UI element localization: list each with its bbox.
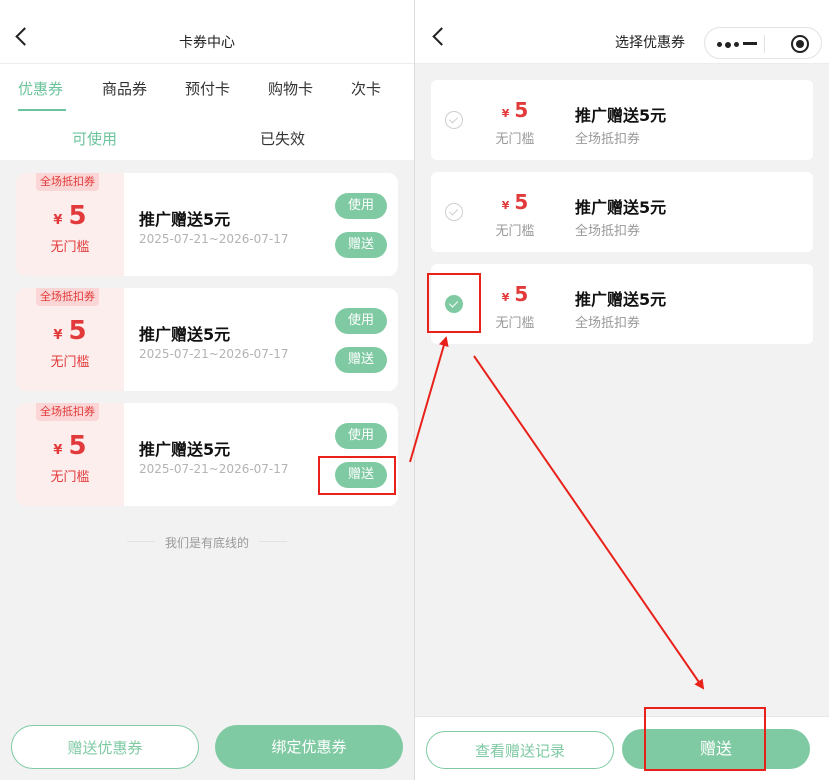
- coupon-title: 推广赠送5元: [575, 290, 667, 309]
- coupon-validity: 2025-07-21~2026-07-17: [139, 347, 289, 361]
- amount-value: 5: [514, 98, 529, 122]
- gift-button[interactable]: 赠送: [335, 232, 387, 258]
- coupon-type-badge: 全场抵扣券: [36, 403, 99, 421]
- currency-symbol: ¥: [501, 107, 510, 120]
- page-title: 卡券中心: [179, 35, 235, 51]
- coupon-amount: ¥5: [489, 98, 541, 122]
- end-of-list-label: 我们是有底线的: [154, 536, 259, 550]
- coupon-title: 推广赠送5元: [139, 325, 231, 344]
- currency-symbol: ¥: [53, 443, 63, 458]
- coupon-option[interactable]: ¥5 无门槛 推广赠送5元 全场抵扣券: [431, 80, 813, 160]
- tab-prepaid-card[interactable]: 预付卡: [185, 78, 230, 99]
- tab-coupon[interactable]: 优惠券: [18, 78, 63, 99]
- minimize-icon[interactable]: [743, 42, 757, 45]
- coupon-threshold: 无门槛: [50, 470, 90, 485]
- more-dots-icon[interactable]: [717, 42, 741, 48]
- coupon-threshold: 无门槛: [50, 240, 90, 255]
- coupon-threshold: 无门槛: [495, 316, 535, 331]
- end-of-list-text: 我们是有底线的: [0, 534, 414, 551]
- tab-shopping-card[interactable]: 购物卡: [268, 78, 313, 99]
- coupon-title: 推广赠送5元: [575, 198, 667, 217]
- tab-times-card[interactable]: 次卡: [351, 78, 381, 99]
- status-tabs: 可使用 已失效: [0, 112, 414, 160]
- coupon-option[interactable]: ¥5 无门槛 推广赠送5元 全场抵扣券: [431, 172, 813, 252]
- checkmark-circle-icon[interactable]: [445, 295, 463, 313]
- checkmark-circle-icon[interactable]: [445, 111, 463, 129]
- tab-product-coupon[interactable]: 商品券: [102, 78, 147, 99]
- gift-button[interactable]: 赠送: [335, 462, 387, 488]
- gift-button[interactable]: 赠送: [335, 347, 387, 373]
- checkmark-circle-icon[interactable]: [445, 203, 463, 221]
- coupon-amount: ¥5: [16, 316, 124, 346]
- header: 卡券中心: [0, 0, 414, 64]
- currency-symbol: ¥: [53, 213, 63, 228]
- view-gift-records-button[interactable]: 查看赠送记录: [426, 731, 614, 769]
- select-coupon-screen: 选择优惠券 ¥5 无门槛 推广赠送5元 全场抵扣券 ¥5 无门槛 推广赠送5元 …: [415, 0, 829, 780]
- coupon-title: 推广赠送5元: [575, 106, 667, 125]
- coupon-threshold: 无门槛: [495, 224, 535, 239]
- bottom-bar: 查看赠送记录 赠送: [415, 716, 829, 780]
- active-tab-indicator: [18, 109, 66, 111]
- coupon-value-area: 全场抵扣券 ¥5 无门槛: [16, 173, 124, 276]
- coupon-card: 全场抵扣券 ¥5 无门槛 推广赠送5元 2025-07-21~2026-07-1…: [16, 288, 398, 391]
- currency-symbol: ¥: [53, 328, 63, 343]
- coupon-amount: ¥5: [16, 201, 124, 231]
- currency-symbol: ¥: [501, 199, 510, 212]
- coupon-threshold: 无门槛: [50, 355, 90, 370]
- coupon-type-badge: 全场抵扣券: [36, 288, 99, 306]
- coupon-amount: ¥5: [489, 190, 541, 214]
- amount-value: 5: [514, 190, 529, 214]
- bind-coupon-button[interactable]: 绑定优惠券: [215, 725, 403, 769]
- currency-symbol: ¥: [501, 291, 510, 304]
- coupon-type: 全场抵扣券: [575, 132, 641, 147]
- coupon-type: 全场抵扣券: [575, 316, 641, 331]
- subtab-expired[interactable]: 已失效: [260, 128, 305, 149]
- use-button[interactable]: 使用: [335, 308, 387, 334]
- header: 选择优惠券: [415, 0, 829, 64]
- coupon-card: 全场抵扣券 ¥5 无门槛 推广赠送5元 2025-07-21~2026-07-1…: [16, 403, 398, 506]
- coupon-amount: ¥5: [489, 282, 541, 306]
- coupon-title: 推广赠送5元: [139, 440, 231, 459]
- coupon-amount: ¥5: [16, 431, 124, 461]
- gift-coupon-button[interactable]: 赠送优惠券: [11, 725, 199, 769]
- use-button[interactable]: 使用: [335, 423, 387, 449]
- capsule-separator: [764, 35, 765, 53]
- coupon-card: 全场抵扣券 ¥5 无门槛 推广赠送5元 2025-07-21~2026-07-1…: [16, 173, 398, 276]
- coupon-option-selected[interactable]: ¥5 无门槛 推广赠送5元 全场抵扣券: [431, 264, 813, 344]
- amount-value: 5: [514, 282, 529, 306]
- amount-value: 5: [68, 431, 87, 461]
- coupon-validity: 2025-07-21~2026-07-17: [139, 232, 289, 246]
- subtab-available[interactable]: 可使用: [72, 128, 117, 149]
- close-target-icon[interactable]: [791, 35, 809, 53]
- mini-program-capsule: [704, 27, 822, 59]
- coupon-center-screen: 卡券中心 优惠券 商品券 预付卡 购物卡 次卡 可使用 已失效 全场抵扣券 ¥5…: [0, 0, 414, 780]
- amount-value: 5: [68, 201, 87, 231]
- amount-value: 5: [68, 316, 87, 346]
- coupon-threshold: 无门槛: [495, 132, 535, 147]
- use-button[interactable]: 使用: [335, 193, 387, 219]
- category-tabs: 优惠券 商品券 预付卡 购物卡 次卡: [0, 64, 414, 112]
- coupon-value-area: 全场抵扣券 ¥5 无门槛: [16, 288, 124, 391]
- coupon-type: 全场抵扣券: [575, 224, 641, 239]
- coupon-type-badge: 全场抵扣券: [36, 173, 99, 191]
- coupon-title: 推广赠送5元: [139, 210, 231, 229]
- gift-confirm-button[interactable]: 赠送: [622, 729, 810, 769]
- coupon-value-area: 全场抵扣券 ¥5 无门槛: [16, 403, 124, 506]
- coupon-validity: 2025-07-21~2026-07-17: [139, 462, 289, 476]
